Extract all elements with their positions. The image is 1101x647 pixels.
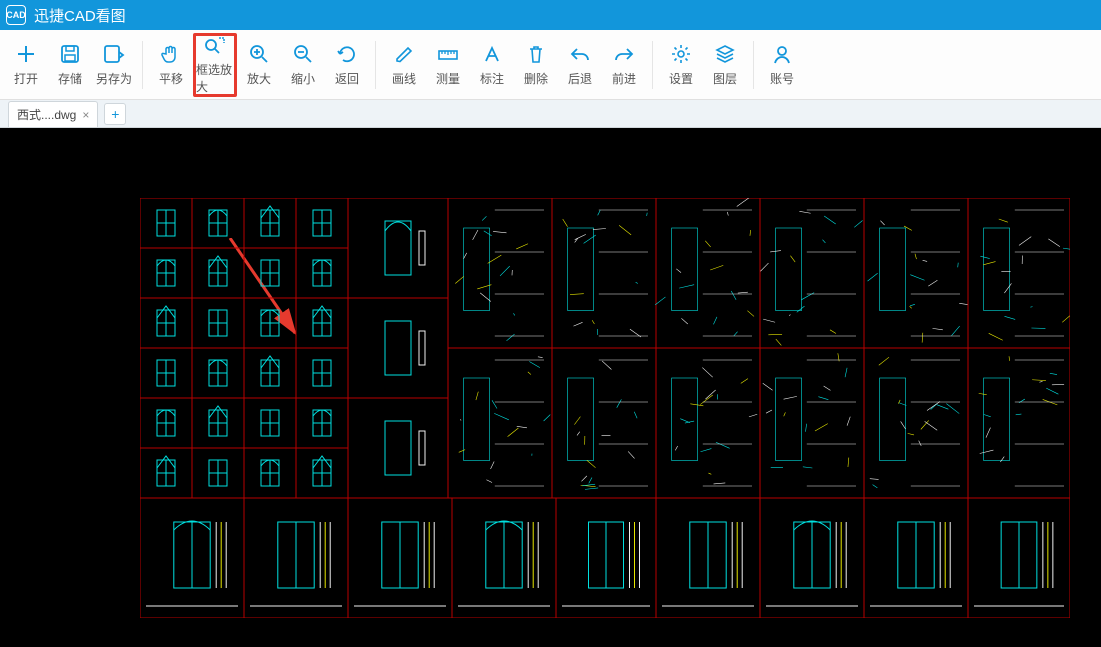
btn-label: 账号: [770, 70, 794, 87]
cad-canvas[interactable]: [0, 128, 1101, 647]
app-title: 迅捷CAD看图: [34, 5, 126, 26]
save-icon: [60, 42, 80, 66]
undo-button[interactable]: 后退: [558, 33, 602, 97]
file-tab[interactable]: 西式....dwg ×: [8, 101, 98, 127]
btn-label: 平移: [159, 70, 183, 87]
saveas-button[interactable]: 另存为: [92, 33, 136, 97]
zoom-box-icon: [203, 35, 227, 57]
btn-label: 画线: [392, 70, 416, 87]
btn-label: 标注: [480, 70, 504, 87]
btn-label: 放大: [247, 70, 271, 87]
draw-line-button[interactable]: 画线: [382, 33, 426, 97]
settings-button[interactable]: 设置: [659, 33, 703, 97]
text-icon: [482, 42, 502, 66]
grid-lines: [140, 198, 1070, 618]
save-button[interactable]: 存储: [48, 33, 92, 97]
zoom-in-button[interactable]: 放大: [237, 33, 281, 97]
separator: [375, 41, 376, 89]
zoom-out-button[interactable]: 缩小: [281, 33, 325, 97]
zoom-box-button[interactable]: 框选放大: [193, 33, 237, 97]
open-button[interactable]: 打开: [4, 33, 48, 97]
btn-label: 设置: [669, 70, 693, 87]
undo-icon: [569, 42, 591, 66]
separator: [753, 41, 754, 89]
saveas-icon: [103, 42, 125, 66]
btn-label: 返回: [335, 70, 359, 87]
layers-button[interactable]: 图层: [703, 33, 747, 97]
plus-icon: [15, 42, 37, 66]
btn-label: 前进: [612, 70, 636, 87]
btn-label: 测量: [436, 70, 460, 87]
add-tab-button[interactable]: +: [104, 103, 126, 125]
tab-bar: 西式....dwg × +: [0, 100, 1101, 128]
title-bar: CAD 迅捷CAD看图: [0, 0, 1101, 30]
btn-label: 后退: [568, 70, 592, 87]
delete-button[interactable]: 删除: [514, 33, 558, 97]
separator: [142, 41, 143, 89]
btn-label: 另存为: [96, 70, 132, 87]
logo-text: CAD: [6, 10, 26, 20]
redo-icon: [613, 42, 635, 66]
close-icon[interactable]: ×: [82, 108, 89, 122]
account-button[interactable]: 账号: [760, 33, 804, 97]
zoom-in-icon: [248, 42, 270, 66]
layers-icon: [714, 42, 736, 66]
trash-icon: [526, 42, 546, 66]
annotate-button[interactable]: 标注: [470, 33, 514, 97]
return-icon: [336, 42, 358, 66]
btn-label: 存储: [58, 70, 82, 87]
main-toolbar: 打开 存储 另存为 平移 框选放大 放大 缩小 返回 画线 测量 标注: [0, 30, 1101, 100]
pan-button[interactable]: 平移: [149, 33, 193, 97]
gear-icon: [670, 42, 692, 66]
back-button[interactable]: 返回: [325, 33, 369, 97]
ruler-icon: [437, 42, 459, 66]
btn-label: 框选放大: [196, 61, 234, 95]
zoom-out-icon: [292, 42, 314, 66]
user-icon: [772, 42, 792, 66]
app-logo: CAD: [6, 5, 26, 25]
btn-label: 打开: [14, 70, 38, 87]
redo-button[interactable]: 前进: [602, 33, 646, 97]
measure-button[interactable]: 测量: [426, 33, 470, 97]
tab-label: 西式....dwg: [17, 106, 76, 123]
cad-drawing-grid: [140, 198, 1070, 618]
btn-label: 图层: [713, 70, 737, 87]
btn-label: 缩小: [291, 70, 315, 87]
separator: [652, 41, 653, 89]
btn-label: 删除: [524, 70, 548, 87]
hand-icon: [160, 42, 182, 66]
pencil-icon: [394, 42, 414, 66]
